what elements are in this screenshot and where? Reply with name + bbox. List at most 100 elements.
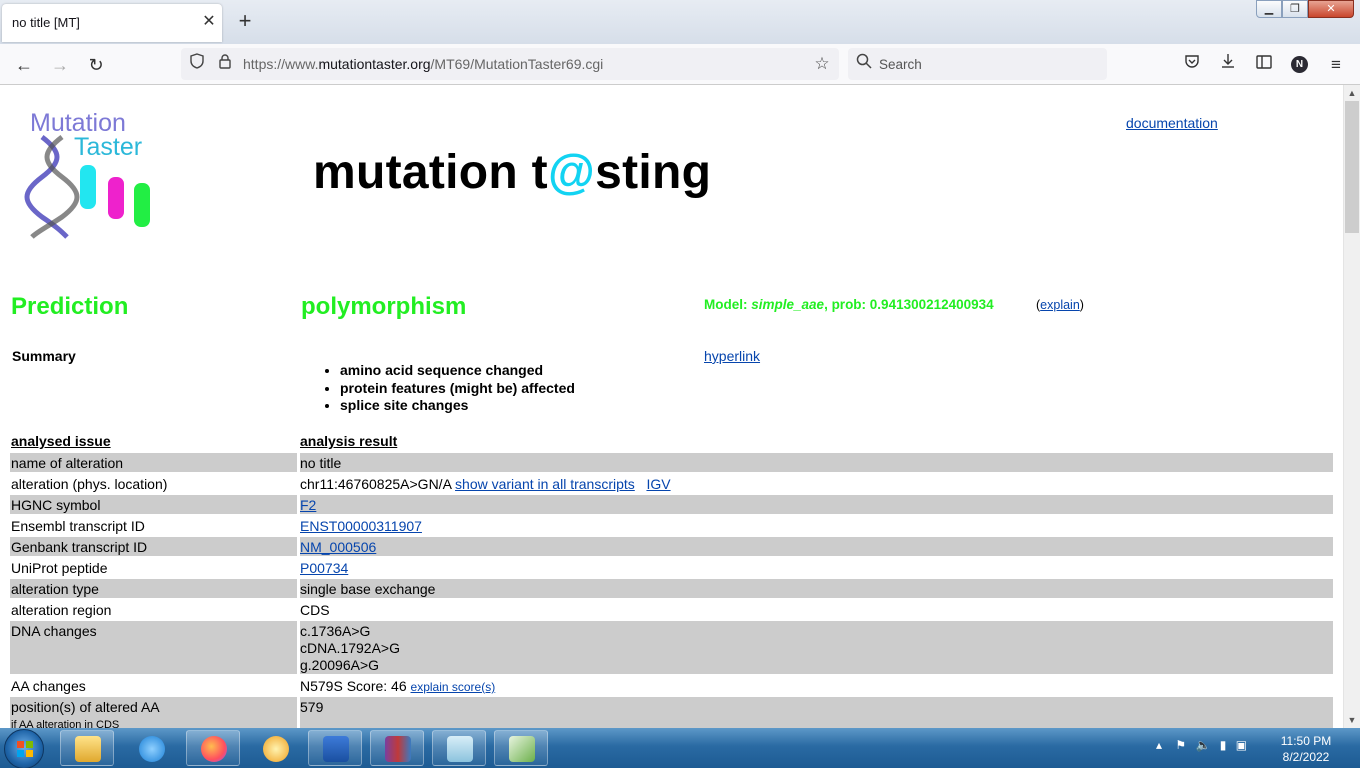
table-row: name of alteration no title — [10, 453, 1333, 472]
search-placeholder: Search — [879, 57, 922, 72]
search-bar[interactable]: Search — [848, 48, 1107, 80]
summary-item: protein features (might be) affected — [340, 380, 575, 398]
folder-icon — [75, 736, 101, 762]
explain-link[interactable]: explain — [1040, 298, 1080, 312]
page-scrollbar[interactable]: ▲ ▼ — [1343, 85, 1360, 728]
internet-explorer-icon — [139, 736, 165, 762]
clock-time: 11:50 PM — [1280, 734, 1332, 748]
row-value: CDS — [300, 602, 330, 618]
hyperlink-link[interactable]: hyperlink — [704, 348, 760, 364]
taskbar-internet-explorer[interactable] — [124, 730, 178, 766]
tab-strip: no title [MT] ✕ + ▁ ❐ ✕ — [0, 0, 1360, 44]
summary-item: amino acid sequence changed — [340, 362, 575, 380]
lock-icon[interactable] — [214, 53, 236, 75]
table-row: Ensembl transcript ID ENST00000311907 — [10, 516, 1333, 535]
url-bar[interactable]: https://www.mutationtaster.org/MT69/Muta… — [181, 48, 839, 80]
window-minimize-button[interactable]: ▁ — [1256, 0, 1282, 18]
bookmark-star-icon[interactable]: ☆ — [811, 53, 833, 75]
table-row: alteration (phys. location) chr11:467608… — [10, 474, 1333, 493]
row-label: name of alteration — [11, 455, 124, 471]
clock-date: 8/2/2022 — [1282, 750, 1330, 764]
scrollbar-thumb[interactable] — [1345, 101, 1359, 233]
taskbar-media-player[interactable] — [248, 730, 302, 766]
prediction-value: polymorphism — [301, 293, 467, 320]
row-value: chr11:46760825A>GN/A show variant in all… — [300, 476, 671, 492]
genbank-link[interactable]: NM_000506 — [300, 539, 376, 555]
back-arrow-icon[interactable]: ← — [11, 52, 37, 78]
page-headline: mutation t@sting — [313, 146, 712, 199]
table-row: DNA changes c.1736A>G cDNA.1792A>G g.200… — [10, 621, 1333, 674]
system-tray: ▴ ⚑ 🔈 ▮ ▣ — [1156, 738, 1247, 752]
taskbar-word[interactable] — [308, 730, 362, 766]
row-label: alteration (phys. location) — [11, 476, 168, 492]
table-row: position(s) of altered AA if AA alteratio… — [10, 697, 1333, 728]
url-text[interactable]: https://www.mutationtaster.org/MT69/Muta… — [243, 56, 603, 72]
taskbar-notepad[interactable] — [432, 730, 486, 766]
igv-link[interactable]: IGV — [646, 476, 670, 492]
tab-close-icon[interactable]: ✕ — [200, 13, 218, 31]
row-value: P00734 — [300, 560, 348, 577]
summary-item: splice site changes — [340, 397, 575, 415]
explain-scores-link[interactable]: explain score(s) — [411, 680, 496, 694]
windows-taskbar: ▴ ⚑ 🔈 ▮ ▣ 11:50 PM 8/2/2022 — [0, 728, 1360, 768]
snipping-tool-icon — [509, 736, 535, 762]
table-row: Genbank transcript ID NM_000506 — [10, 537, 1333, 556]
flag-icon[interactable]: ⚑ — [1175, 738, 1186, 752]
row-value: no title — [300, 455, 342, 471]
row-label: alteration type — [11, 581, 99, 597]
row-label: HGNC symbol — [11, 497, 101, 513]
taskbar-file-explorer[interactable] — [60, 730, 114, 766]
table-row: AA changes N579S Score: 46 explain score… — [10, 676, 1333, 695]
account-avatar[interactable]: N — [1291, 56, 1308, 73]
notepad-icon — [447, 736, 473, 762]
taskbar-winrar[interactable] — [370, 730, 424, 766]
table-row: alteration region CDS — [10, 600, 1333, 619]
scroll-down-arrow-icon[interactable]: ▼ — [1344, 712, 1360, 728]
row-value: F2 — [300, 497, 316, 514]
navigation-bar: ← → ↻ https://www.mutationtaster.org/MT6… — [0, 44, 1360, 85]
new-tab-icon[interactable]: + — [232, 8, 258, 34]
mutationtaster-logo: Mutation Taster — [22, 107, 167, 242]
page-content: Mutation Taster mutation t@sting documen… — [0, 85, 1343, 728]
show-variant-link[interactable]: show variant in all transcripts — [455, 476, 635, 492]
row-label: position(s) of altered AA if AA alteratio… — [11, 699, 160, 728]
window-maximize-button[interactable]: ❐ — [1282, 0, 1308, 18]
windows-logo-icon — [17, 741, 33, 757]
tray-expand-icon[interactable]: ▴ — [1156, 738, 1162, 752]
row-value: single base exchange — [300, 581, 436, 597]
downloads-icon[interactable] — [1216, 53, 1240, 77]
row-label: UniProt peptide — [11, 560, 108, 576]
reload-icon[interactable]: ↻ — [83, 52, 109, 78]
volume-icon[interactable]: 🔈 — [1195, 738, 1210, 752]
forward-arrow-icon[interactable]: → — [47, 52, 73, 78]
network-signal-icon[interactable]: ▮ — [1220, 738, 1227, 752]
explain-group: (explain) — [1036, 298, 1084, 312]
taskbar-clock[interactable]: 11:50 PM 8/2/2022 — [1276, 733, 1336, 765]
scroll-up-arrow-icon[interactable]: ▲ — [1344, 85, 1360, 101]
uniprot-link[interactable]: P00734 — [300, 560, 348, 576]
taskbar-snipping-tool[interactable] — [494, 730, 548, 766]
search-icon — [856, 53, 872, 73]
tab-title: no title [MT] — [12, 15, 80, 30]
ensembl-link[interactable]: ENST00000311907 — [300, 518, 422, 534]
power-icon[interactable]: ▣ — [1236, 738, 1247, 752]
menu-hamburger-icon[interactable]: ≡ — [1324, 53, 1348, 77]
sidebar-icon[interactable] — [1252, 53, 1276, 77]
row-value: c.1736A>G cDNA.1792A>G g.20096A>G — [300, 623, 400, 673]
tracking-shield-icon[interactable] — [186, 53, 208, 75]
documentation-link[interactable]: documentation — [1126, 115, 1218, 131]
row-value: NM_000506 — [300, 539, 376, 556]
model-info: Model: simple_aae, prob: 0.9413002124009… — [704, 297, 994, 312]
row-label: alteration region — [11, 602, 112, 618]
table-row: HGNC symbol F2 — [10, 495, 1333, 514]
column-header-issue: analysed issue — [11, 433, 111, 449]
row-label: Genbank transcript ID — [11, 539, 148, 555]
table-row: UniProt peptide P00734 — [10, 558, 1333, 577]
pocket-icon[interactable] — [1180, 53, 1204, 77]
taskbar-firefox[interactable] — [186, 730, 240, 766]
hgnc-symbol-link[interactable]: F2 — [300, 497, 316, 513]
tab-active[interactable]: no title [MT] ✕ — [2, 4, 222, 42]
start-button[interactable] — [4, 729, 44, 768]
window-close-button[interactable]: ✕ — [1308, 0, 1354, 18]
prediction-label: Prediction — [11, 293, 129, 320]
